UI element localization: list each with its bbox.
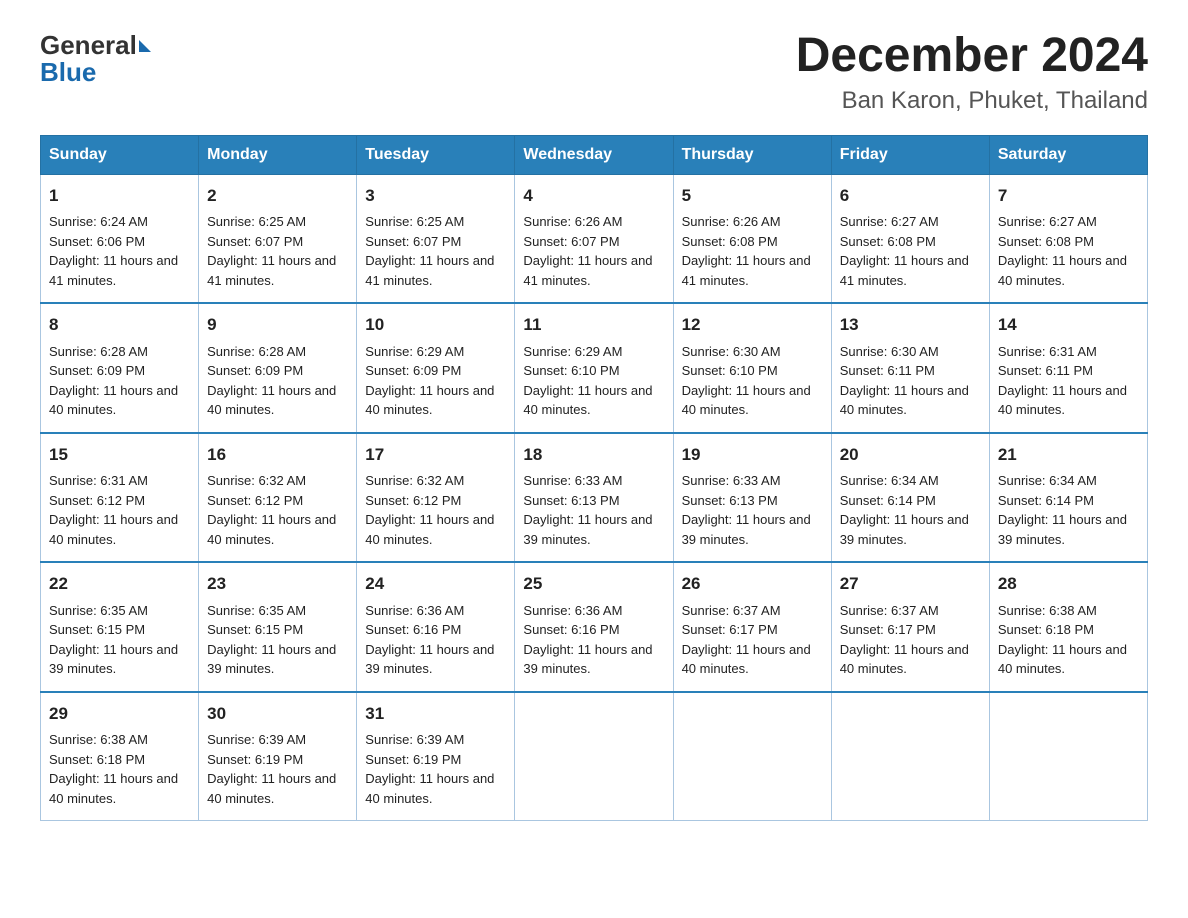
calendar-day-cell (515, 692, 673, 821)
calendar-day-cell: 27Sunrise: 6:37 AMSunset: 6:17 PMDayligh… (831, 562, 989, 692)
calendar-title-block: December 2024 Ban Karon, Phuket, Thailan… (796, 30, 1148, 115)
calendar-month-year: December 2024 (796, 30, 1148, 83)
day-number: 11 (523, 312, 664, 338)
calendar-day-cell: 30Sunrise: 6:39 AMSunset: 6:19 PMDayligh… (199, 692, 357, 821)
calendar-day-cell: 16Sunrise: 6:32 AMSunset: 6:12 PMDayligh… (199, 433, 357, 563)
day-number: 26 (682, 571, 823, 597)
day-number: 23 (207, 571, 348, 597)
calendar-week-row: 8Sunrise: 6:28 AMSunset: 6:09 PMDaylight… (41, 303, 1148, 433)
calendar-day-cell: 18Sunrise: 6:33 AMSunset: 6:13 PMDayligh… (515, 433, 673, 563)
calendar-body: 1Sunrise: 6:24 AMSunset: 6:06 PMDaylight… (41, 174, 1148, 821)
calendar-day-cell: 26Sunrise: 6:37 AMSunset: 6:17 PMDayligh… (673, 562, 831, 692)
calendar-day-cell: 8Sunrise: 6:28 AMSunset: 6:09 PMDaylight… (41, 303, 199, 433)
calendar-day-cell: 15Sunrise: 6:31 AMSunset: 6:12 PMDayligh… (41, 433, 199, 563)
day-number: 15 (49, 442, 190, 468)
day-number: 14 (998, 312, 1139, 338)
day-number: 7 (998, 183, 1139, 209)
day-number: 9 (207, 312, 348, 338)
calendar-day-cell: 6Sunrise: 6:27 AMSunset: 6:08 PMDaylight… (831, 174, 989, 303)
calendar-day-cell: 1Sunrise: 6:24 AMSunset: 6:06 PMDaylight… (41, 174, 199, 303)
calendar-day-cell: 20Sunrise: 6:34 AMSunset: 6:14 PMDayligh… (831, 433, 989, 563)
calendar-day-cell: 14Sunrise: 6:31 AMSunset: 6:11 PMDayligh… (989, 303, 1147, 433)
calendar-day-header: Sunday (41, 135, 199, 174)
day-number: 18 (523, 442, 664, 468)
calendar-day-cell: 23Sunrise: 6:35 AMSunset: 6:15 PMDayligh… (199, 562, 357, 692)
calendar-day-cell: 2Sunrise: 6:25 AMSunset: 6:07 PMDaylight… (199, 174, 357, 303)
day-number: 28 (998, 571, 1139, 597)
calendar-day-cell: 4Sunrise: 6:26 AMSunset: 6:07 PMDaylight… (515, 174, 673, 303)
day-number: 2 (207, 183, 348, 209)
day-number: 30 (207, 701, 348, 727)
day-number: 6 (840, 183, 981, 209)
calendar-day-header: Saturday (989, 135, 1147, 174)
calendar-day-cell: 11Sunrise: 6:29 AMSunset: 6:10 PMDayligh… (515, 303, 673, 433)
calendar-day-cell: 5Sunrise: 6:26 AMSunset: 6:08 PMDaylight… (673, 174, 831, 303)
calendar-day-cell (989, 692, 1147, 821)
day-number: 10 (365, 312, 506, 338)
calendar-day-header: Thursday (673, 135, 831, 174)
calendar-day-cell: 10Sunrise: 6:29 AMSunset: 6:09 PMDayligh… (357, 303, 515, 433)
calendar-day-cell: 12Sunrise: 6:30 AMSunset: 6:10 PMDayligh… (673, 303, 831, 433)
calendar-header-row: SundayMondayTuesdayWednesdayThursdayFrid… (41, 135, 1148, 174)
calendar-week-row: 15Sunrise: 6:31 AMSunset: 6:12 PMDayligh… (41, 433, 1148, 563)
calendar-day-header: Monday (199, 135, 357, 174)
day-number: 5 (682, 183, 823, 209)
calendar-table: SundayMondayTuesdayWednesdayThursdayFrid… (40, 135, 1148, 822)
calendar-week-row: 22Sunrise: 6:35 AMSunset: 6:15 PMDayligh… (41, 562, 1148, 692)
calendar-day-cell: 3Sunrise: 6:25 AMSunset: 6:07 PMDaylight… (357, 174, 515, 303)
day-number: 31 (365, 701, 506, 727)
calendar-day-cell: 24Sunrise: 6:36 AMSunset: 6:16 PMDayligh… (357, 562, 515, 692)
calendar-week-row: 29Sunrise: 6:38 AMSunset: 6:18 PMDayligh… (41, 692, 1148, 821)
calendar-day-cell: 19Sunrise: 6:33 AMSunset: 6:13 PMDayligh… (673, 433, 831, 563)
calendar-day-header: Wednesday (515, 135, 673, 174)
logo-triangle-icon (139, 40, 151, 52)
day-number: 13 (840, 312, 981, 338)
day-number: 20 (840, 442, 981, 468)
day-number: 22 (49, 571, 190, 597)
calendar-day-cell (831, 692, 989, 821)
day-number: 27 (840, 571, 981, 597)
day-number: 8 (49, 312, 190, 338)
calendar-day-cell: 28Sunrise: 6:38 AMSunset: 6:18 PMDayligh… (989, 562, 1147, 692)
calendar-day-cell: 25Sunrise: 6:36 AMSunset: 6:16 PMDayligh… (515, 562, 673, 692)
day-number: 12 (682, 312, 823, 338)
page-header: General Blue December 2024 Ban Karon, Ph… (40, 30, 1148, 115)
day-number: 24 (365, 571, 506, 597)
calendar-day-header: Friday (831, 135, 989, 174)
day-number: 19 (682, 442, 823, 468)
calendar-day-cell: 21Sunrise: 6:34 AMSunset: 6:14 PMDayligh… (989, 433, 1147, 563)
calendar-day-cell: 17Sunrise: 6:32 AMSunset: 6:12 PMDayligh… (357, 433, 515, 563)
day-number: 4 (523, 183, 664, 209)
calendar-day-cell: 29Sunrise: 6:38 AMSunset: 6:18 PMDayligh… (41, 692, 199, 821)
calendar-day-cell: 9Sunrise: 6:28 AMSunset: 6:09 PMDaylight… (199, 303, 357, 433)
day-number: 25 (523, 571, 664, 597)
calendar-week-row: 1Sunrise: 6:24 AMSunset: 6:06 PMDaylight… (41, 174, 1148, 303)
logo-blue-text: Blue (40, 57, 151, 88)
day-number: 16 (207, 442, 348, 468)
day-number: 17 (365, 442, 506, 468)
day-number: 1 (49, 183, 190, 209)
day-number: 21 (998, 442, 1139, 468)
calendar-location: Ban Karon, Phuket, Thailand (796, 87, 1148, 115)
day-number: 3 (365, 183, 506, 209)
logo-general-text: General (40, 30, 137, 60)
calendar-day-cell (673, 692, 831, 821)
calendar-day-cell: 13Sunrise: 6:30 AMSunset: 6:11 PMDayligh… (831, 303, 989, 433)
calendar-day-cell: 31Sunrise: 6:39 AMSunset: 6:19 PMDayligh… (357, 692, 515, 821)
calendar-day-cell: 22Sunrise: 6:35 AMSunset: 6:15 PMDayligh… (41, 562, 199, 692)
calendar-day-header: Tuesday (357, 135, 515, 174)
calendar-day-cell: 7Sunrise: 6:27 AMSunset: 6:08 PMDaylight… (989, 174, 1147, 303)
logo: General Blue (40, 30, 151, 88)
day-number: 29 (49, 701, 190, 727)
